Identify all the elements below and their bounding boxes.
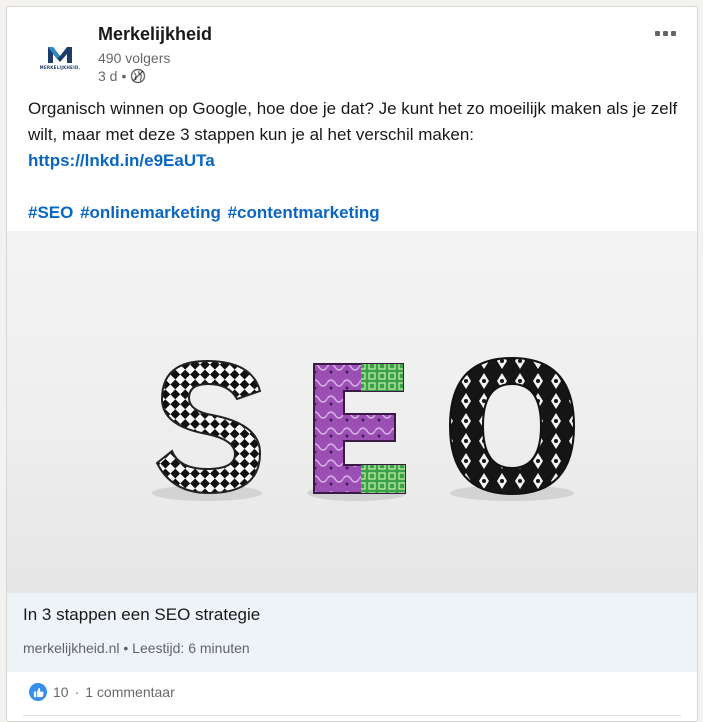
post-time: 3 d <box>98 68 118 84</box>
post-meta: 3 d • <box>98 68 146 84</box>
like-icon <box>29 683 47 701</box>
seo-letters-image <box>152 356 576 501</box>
more-dot <box>670 30 676 36</box>
post-card: MERKELIJKHEID. Merkelijkheid 490 volgers… <box>6 6 698 722</box>
article-title[interactable]: In 3 stappen een SEO strategie <box>23 605 260 625</box>
hashtag-list: #SEO #onlinemarketing #contentmarketing <box>28 200 678 226</box>
hashtag-seo[interactable]: #SEO <box>28 203 73 222</box>
article-separator: • <box>123 640 129 656</box>
article-meta: merkelijkheid.nl • Leestijd: 6 minuten <box>23 640 250 656</box>
letter-o <box>448 356 576 496</box>
article-domain: merkelijkheid.nl <box>23 640 120 656</box>
more-horizontal-icon <box>654 30 660 36</box>
reaction-count[interactable]: 10 <box>53 684 69 700</box>
hashtag-onlinemarketing[interactable]: #onlinemarketing <box>80 203 221 222</box>
post-image[interactable] <box>7 231 697 593</box>
more-options-button[interactable] <box>649 21 681 45</box>
post-text: Organisch winnen op Google, hoe doe je d… <box>28 99 678 144</box>
more-dot <box>662 30 668 36</box>
article-read-time: Leestijd: 6 minuten <box>132 640 250 656</box>
comment-count[interactable]: 1 commentaar <box>85 684 174 700</box>
company-logo[interactable]: MERKELIJKHEID. <box>27 25 93 91</box>
post-link[interactable]: https://lnkd.in/e9EaUTa <box>28 148 678 174</box>
article-preview[interactable]: In 3 stappen een SEO strategie merkelijk… <box>7 593 697 672</box>
globe-icon <box>131 68 146 84</box>
meta-separator: • <box>121 68 127 84</box>
social-separator: · <box>74 684 80 700</box>
logo-mark-icon <box>48 46 72 63</box>
post-body: Organisch winnen op Google, hoe doe je d… <box>28 96 678 226</box>
letter-s <box>155 359 262 495</box>
divider <box>23 715 681 716</box>
hashtag-contentmarketing[interactable]: #contentmarketing <box>228 203 380 222</box>
social-counts: 10 · 1 commentaar <box>29 683 175 701</box>
logo-wordmark: MERKELIJKHEID. <box>39 64 81 70</box>
company-name[interactable]: Merkelijkheid <box>98 24 212 45</box>
follower-count: 490 volgers <box>98 50 171 66</box>
